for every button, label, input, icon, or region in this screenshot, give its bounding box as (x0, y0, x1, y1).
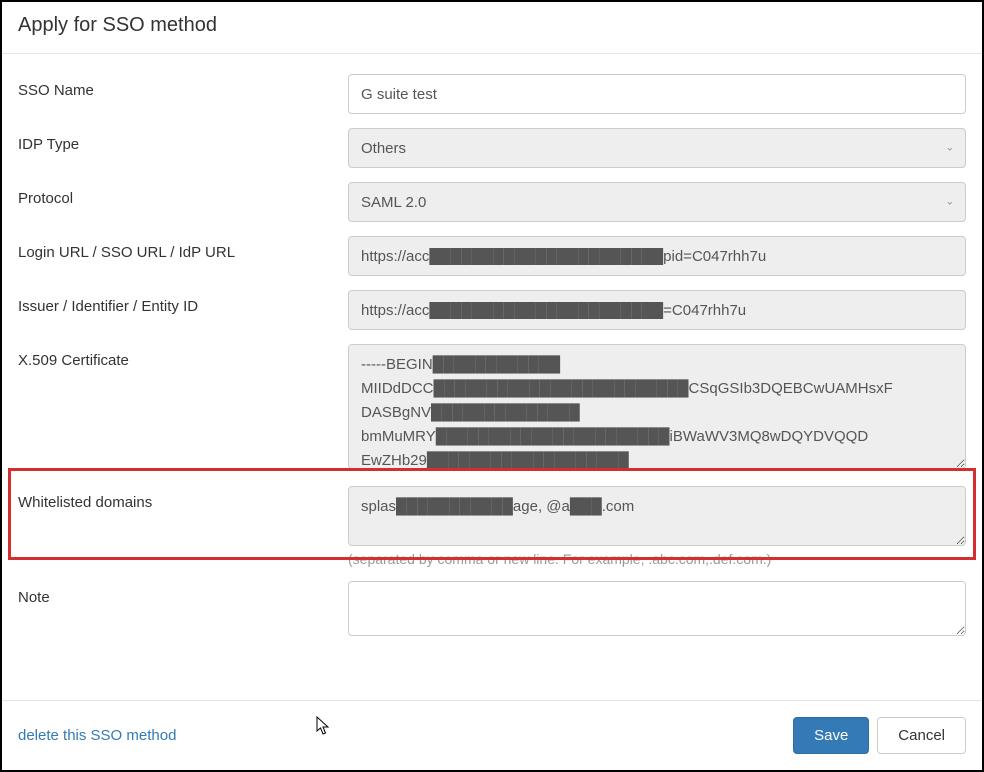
row-certificate: X.509 Certificate (18, 344, 966, 472)
sso-name-input[interactable] (348, 74, 966, 114)
issuer-input[interactable] (348, 290, 966, 330)
save-button[interactable]: Save (793, 717, 869, 754)
note-textarea[interactable] (348, 581, 966, 636)
cancel-button[interactable]: Cancel (877, 717, 966, 754)
footer-buttons: Save Cancel (793, 717, 966, 754)
label-idp-type: IDP Type (18, 128, 348, 153)
certificate-textarea[interactable] (348, 344, 966, 469)
label-issuer: Issuer / Identifier / Entity ID (18, 290, 348, 315)
whitelisted-textarea[interactable] (348, 486, 966, 546)
label-protocol: Protocol (18, 182, 348, 207)
sso-apply-dialog: Apply for SSO method SSO Name IDP Type O… (0, 0, 984, 772)
label-certificate: X.509 Certificate (18, 344, 348, 369)
row-sso-name: SSO Name (18, 74, 966, 114)
form-body: SSO Name IDP Type Others ⌄ Protocol SAML… (2, 54, 982, 700)
row-protocol: Protocol SAML 2.0 ⌄ (18, 182, 966, 222)
label-login-url: Login URL / SSO URL / IdP URL (18, 236, 348, 261)
row-login-url: Login URL / SSO URL / IdP URL (18, 236, 966, 276)
login-url-input[interactable] (348, 236, 966, 276)
row-issuer: Issuer / Identifier / Entity ID (18, 290, 966, 330)
row-note: Note (18, 581, 966, 639)
label-whitelisted: Whitelisted domains (18, 486, 348, 511)
dialog-header: Apply for SSO method (2, 2, 982, 54)
delete-sso-link[interactable]: delete this SSO method (18, 727, 176, 744)
label-note: Note (18, 581, 348, 606)
dialog-footer: delete this SSO method Save Cancel (2, 700, 982, 770)
row-whitelisted: Whitelisted domains (separated by comma … (18, 486, 966, 567)
label-sso-name: SSO Name (18, 74, 348, 99)
row-idp-type: IDP Type Others ⌄ (18, 128, 966, 168)
idp-type-select[interactable]: Others (348, 128, 966, 168)
whitelisted-hint: (separated by comma or new line. For exa… (348, 551, 966, 567)
protocol-select[interactable]: SAML 2.0 (348, 182, 966, 222)
dialog-title: Apply for SSO method (18, 14, 966, 37)
